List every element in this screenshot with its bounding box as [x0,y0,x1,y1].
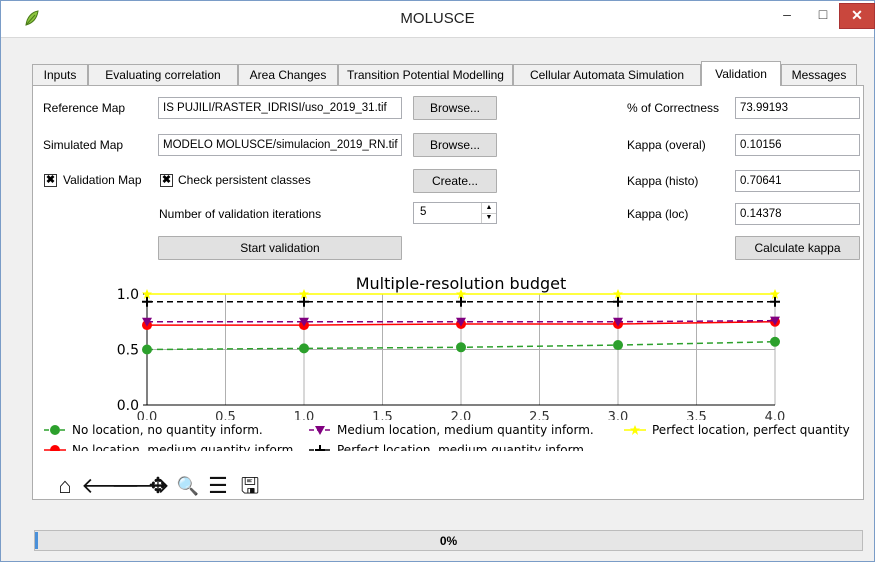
correctness-field[interactable]: 73.99193 [735,97,860,119]
reference-map-field[interactable]: IS PUJILI/RASTER_IDRISI/uso_2019_31.tif [158,97,402,119]
kappa-loc-field[interactable]: 0.14378 [735,203,860,225]
data-point [456,342,466,353]
tab-evaluating-correlation[interactable]: Evaluating correlation [88,64,238,85]
data-point [770,296,780,307]
simulated-map-field[interactable]: MODELO MOLUSCE/simulacion_2019_RN.tif [158,134,402,156]
configure-subplots-icon[interactable]: ☰ [204,471,232,501]
save-icon[interactable]: 🖫 [236,471,264,501]
data-point [299,343,309,354]
validation-map-label: Validation Map [63,173,142,187]
data-point [613,296,623,307]
tab-inputs[interactable]: Inputs [32,64,88,85]
legend-clip [42,451,862,457]
forward-arrow-icon[interactable]: 🡒 [111,471,170,501]
legend-label: No location, no quantity inform. [72,423,263,437]
zoom-icon[interactable]: 🔍 [174,471,202,501]
kappa-loc-label: Kappa (loc) [627,207,689,221]
pan-icon[interactable]: ✥ [144,471,172,501]
legend-entry-2: Medium location, medium quantity inform. [309,423,594,437]
data-point [142,296,152,307]
persistent-classes-checkbox[interactable]: ✖ [160,174,173,187]
simulated-browse-button[interactable]: Browse... [413,133,497,157]
close-button[interactable]: ✕ [839,3,875,29]
tab-area-changes[interactable]: Area Changes [238,64,338,85]
data-point [299,296,309,307]
y-tick-label: 0.0 [117,398,139,414]
reference-browse-button[interactable]: Browse... [413,96,497,120]
iterations-spinbox[interactable]: 5 ▲ ▼ [413,202,497,224]
legend-label: Perfect location, perfect quantity [652,423,850,437]
tab-cellular-automata-simulation[interactable]: Cellular Automata Simulation [513,64,701,85]
data-point [50,425,60,435]
persistent-classes-label: Check persistent classes [178,173,311,187]
maximize-button[interactable]: □ [809,3,837,27]
tab-messages[interactable]: Messages [781,64,857,85]
start-validation-button[interactable]: Start validation [158,236,402,260]
title-bar: MOLUSCE – □ ✕ [1,1,875,38]
data-point [770,336,780,347]
home-icon[interactable]: ⌂ [51,471,79,501]
progress-bar: 0% [34,530,863,551]
kappa-histo-label: Kappa (histo) [627,174,699,188]
y-tick-label: 1.0 [117,287,139,303]
correctness-label: % of Correctness [627,101,720,115]
spin-down-icon[interactable]: ▼ [482,213,496,223]
legend-entry-4: Perfect location, perfect quantity [624,423,850,437]
validation-map-checkbox[interactable]: ✖ [44,174,57,187]
kappa-overal-label: Kappa (overal) [627,138,706,152]
legend-label: Medium location, medium quantity inform. [337,423,594,437]
iterations-label: Number of validation iterations [159,207,322,221]
chart-area[interactable]: Multiple-resolution budget 0.0 0.5 1.0 1.5 2.… [42,270,862,457]
data-point [142,344,152,355]
window-title: MOLUSCE [400,10,475,27]
kappa-histo-field[interactable]: 0.70641 [735,170,860,192]
progress-text: 0% [439,534,458,548]
molusce-window: MOLUSCE – □ ✕ Inputs Evaluating correlat… [0,0,875,562]
back-arrow-icon[interactable]: 🡐 [81,471,140,501]
iterations-value: 5 [420,206,427,218]
data-point [613,340,623,351]
tab-validation[interactable]: Validation [701,61,781,86]
simulated-map-label: Simulated Map [43,138,124,152]
create-button[interactable]: Create... [413,169,497,193]
calculate-kappa-button[interactable]: Calculate kappa [735,236,860,260]
legend-entry-0: No location, no quantity inform. [44,423,263,437]
reference-map-label: Reference Map [43,101,126,115]
minimize-button[interactable]: – [773,3,801,27]
kappa-overal-field[interactable]: 0.10156 [735,134,860,156]
y-tick-label: 0.5 [117,343,139,359]
tab-transition-potential-modelling[interactable]: Transition Potential Modelling [338,64,513,85]
series-3 [142,296,780,307]
multiple-resolution-budget-chart: Multiple-resolution budget0.0 0.5 1.0 1.5 2.… [42,274,862,457]
data-point [456,296,466,307]
spin-arrows[interactable]: ▲ ▼ [481,203,496,223]
